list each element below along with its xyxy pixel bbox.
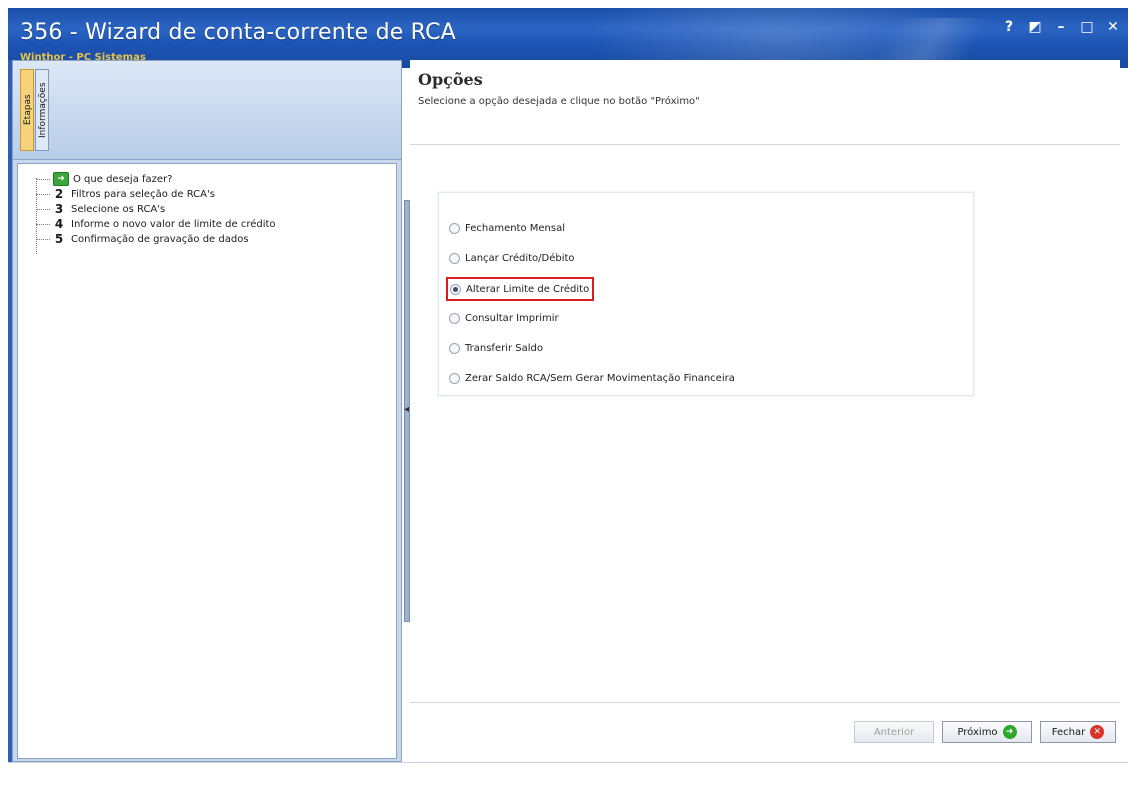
steps-tree: ➜ O que deseja fazer? 2 Filtros para sel… [17,163,397,759]
option-consultar-imprimir[interactable]: Consultar Imprimir [449,309,559,327]
step-item-4[interactable]: 4 Informe o novo valor de limite de créd… [36,217,276,231]
step-item-1[interactable]: ➜ O que deseja fazer? [36,172,172,186]
option-alterar-limite-credito[interactable]: Alterar Limite de Crédito [446,277,595,301]
tab-informacoes[interactable]: Informações [35,69,49,151]
next-button[interactable]: Próximo ➜ [942,721,1032,743]
tab-etapas[interactable]: Etapas [20,69,34,151]
page-description: Selecione a opção desejada e clique no b… [418,96,700,107]
step-number: 2 [54,187,64,201]
radio-button[interactable] [449,342,460,354]
option-lancar-credito-debito[interactable]: Lançar Crédito/Débito [449,249,575,267]
collapse-arrow-icon[interactable]: ◂ [404,404,409,415]
step-item-2[interactable]: 2 Filtros para seleção de RCA's [36,187,215,201]
steps-panel: Etapas Informações ➜ O que deseja fazer?… [12,60,402,762]
steps-panel-header: Etapas Informações [13,61,401,160]
step-label: Filtros para seleção de RCA's [71,188,215,200]
radio-button[interactable] [449,372,460,384]
help-icon[interactable]: ? [1000,18,1018,36]
window-controls: ? ◩ – □ ✕ [1000,18,1122,36]
step-item-3[interactable]: 3 Selecione os RCA's [36,202,165,216]
maximize-icon[interactable]: □ [1078,18,1096,36]
arrow-right-icon: ➜ [1002,725,1017,739]
title-bar: 356 - Wizard de conta-corrente de RCA Wi… [8,8,1128,68]
option-transferir-saldo[interactable]: Transferir Saldo [449,339,543,357]
radio-button[interactable] [449,252,460,264]
close-icon[interactable]: ✕ [1104,18,1122,36]
option-label: Fechamento Mensal [465,222,566,234]
green-arrow-icon: ➜ [53,172,69,186]
option-fechamento-mensal[interactable]: Fechamento Mensal [449,219,565,237]
previous-button[interactable]: Anterior [854,721,934,743]
step-number: 3 [54,202,64,216]
option-label: Lançar Crédito/Débito [465,252,575,264]
radio-button-selected[interactable] [450,283,461,295]
step-number: 5 [54,232,64,246]
wizard-footer: Anterior Próximo ➜ Fechar ✕ [410,702,1120,763]
main-header: Opções Selecione a opção desejada e cliq… [410,60,1120,145]
option-label: Consultar Imprimir [465,312,559,324]
option-label: Alterar Limite de Crédito [466,283,590,295]
window-title: 356 - Wizard de conta-corrente de RCA [20,20,456,45]
step-label: Confirmação de gravação de dados [71,233,249,245]
step-label: O que deseja fazer? [73,173,173,185]
options-group: Fechamento Mensal Lançar Crédito/Débito … [438,192,974,396]
step-label: Selecione os RCA's [71,203,166,215]
status-bar [8,762,1128,786]
previous-button-label: Anterior [873,726,915,738]
option-label: Zerar Saldo RCA/Sem Gerar Movimentação F… [465,372,735,384]
radio-button[interactable] [449,312,460,324]
option-zerar-saldo-rca[interactable]: Zerar Saldo RCA/Sem Gerar Movimentação F… [449,369,735,387]
close-button-label: Fechar [1051,726,1086,738]
minimize-icon[interactable]: – [1052,18,1070,36]
step-item-5[interactable]: 5 Confirmação de gravação de dados [36,232,249,246]
step-number: 4 [54,217,64,231]
page-title: Opções [418,70,483,89]
step-label: Informe o novo valor de limite de crédit… [71,218,276,230]
option-label: Transferir Saldo [465,342,543,354]
radio-button[interactable] [449,222,460,234]
next-button-label: Próximo [957,726,998,738]
close-button[interactable]: Fechar ✕ [1040,721,1116,743]
restore-alt-icon[interactable]: ◩ [1026,18,1044,36]
close-circle-icon: ✕ [1090,725,1105,739]
